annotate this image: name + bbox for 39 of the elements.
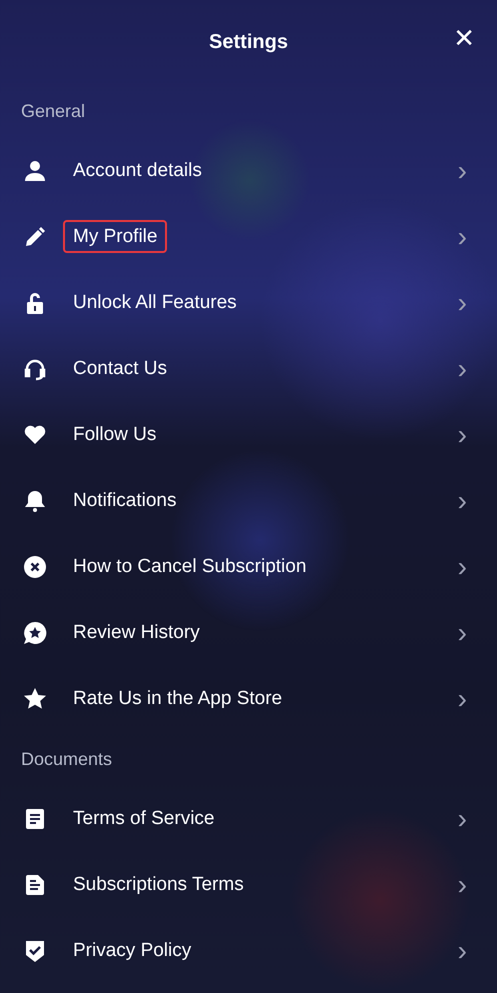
menu-item-label[interactable]: Notifications (63, 484, 186, 517)
chevron-icon: › (458, 487, 467, 515)
screen-title: Settings (209, 30, 288, 54)
shield-check-icon (23, 939, 47, 963)
bell-icon (23, 489, 47, 513)
menu-item-label[interactable]: Privacy Policy (63, 934, 202, 967)
document-icon (23, 807, 47, 831)
menu-item-label[interactable]: Terms of Service (63, 802, 224, 835)
person-icon (23, 159, 47, 183)
chevron-icon: › (458, 157, 467, 185)
chevron-icon: › (458, 355, 467, 383)
menu-item-label[interactable]: Follow Us (63, 418, 166, 451)
star-bubble-icon (23, 621, 47, 645)
chevron-icon: › (458, 421, 467, 449)
chevron-icon: › (458, 223, 467, 251)
chevron-icon: › (458, 937, 467, 965)
menu-item-label[interactable]: Subscriptions Terms (63, 868, 254, 901)
chevron-icon: › (458, 805, 467, 833)
menu-item-label[interactable]: Rate Us in the App Store (63, 682, 292, 715)
section-label: General (20, 100, 86, 122)
menu-item-label[interactable]: Unlock All Features (63, 286, 247, 319)
chevron-icon: › (458, 553, 467, 581)
chevron-icon: › (458, 685, 467, 713)
menu-item-label[interactable]: Contact Us (63, 352, 177, 385)
star-icon (23, 687, 47, 711)
menu-item-label[interactable]: How to Cancel Subscription (63, 550, 316, 583)
x-circle-icon (23, 555, 47, 579)
chevron-icon: › (458, 871, 467, 899)
section-label: Documents (20, 748, 114, 770)
close-button[interactable]: ✕ (453, 24, 475, 54)
headset-icon (23, 357, 47, 381)
menu-item-label[interactable]: Account details (63, 154, 212, 187)
chevron-icon: › (458, 619, 467, 647)
heart-icon (23, 423, 47, 447)
pencil-icon (23, 225, 47, 249)
document-icon (23, 873, 47, 897)
menu-item-label[interactable]: My Profile (63, 220, 168, 253)
chevron-icon: › (458, 289, 467, 317)
menu-item-label[interactable]: Review History (63, 616, 210, 649)
